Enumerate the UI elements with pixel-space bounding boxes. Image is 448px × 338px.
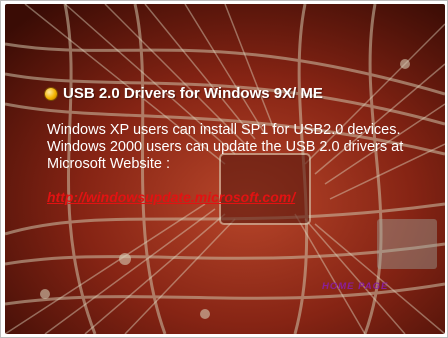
heading-title: USB 2.0 Drivers for Windows 9X/ ME <box>63 85 323 102</box>
description-line: Windows 2000 users can update the USB 2.… <box>47 139 404 155</box>
description-line: Windows XP users can install SP1 for USB… <box>47 122 401 138</box>
window-frame: USB 2.0 Drivers for Windows 9X/ ME Windo… <box>0 0 448 338</box>
description-line: Microsoft Website : <box>47 156 171 172</box>
windowsupdate-link[interactable]: http://windowsupdate.microsoft.com/ <box>47 189 295 205</box>
orange-orb-icon <box>45 87 57 100</box>
description-text: Windows XP users can install SP1 for USB… <box>47 122 439 173</box>
heading: USB 2.0 Drivers for Windows 9X/ ME <box>45 85 323 102</box>
home-page-button[interactable]: HOME PAGE <box>322 281 388 292</box>
content-panel: USB 2.0 Drivers for Windows 9X/ ME Windo… <box>5 4 445 334</box>
